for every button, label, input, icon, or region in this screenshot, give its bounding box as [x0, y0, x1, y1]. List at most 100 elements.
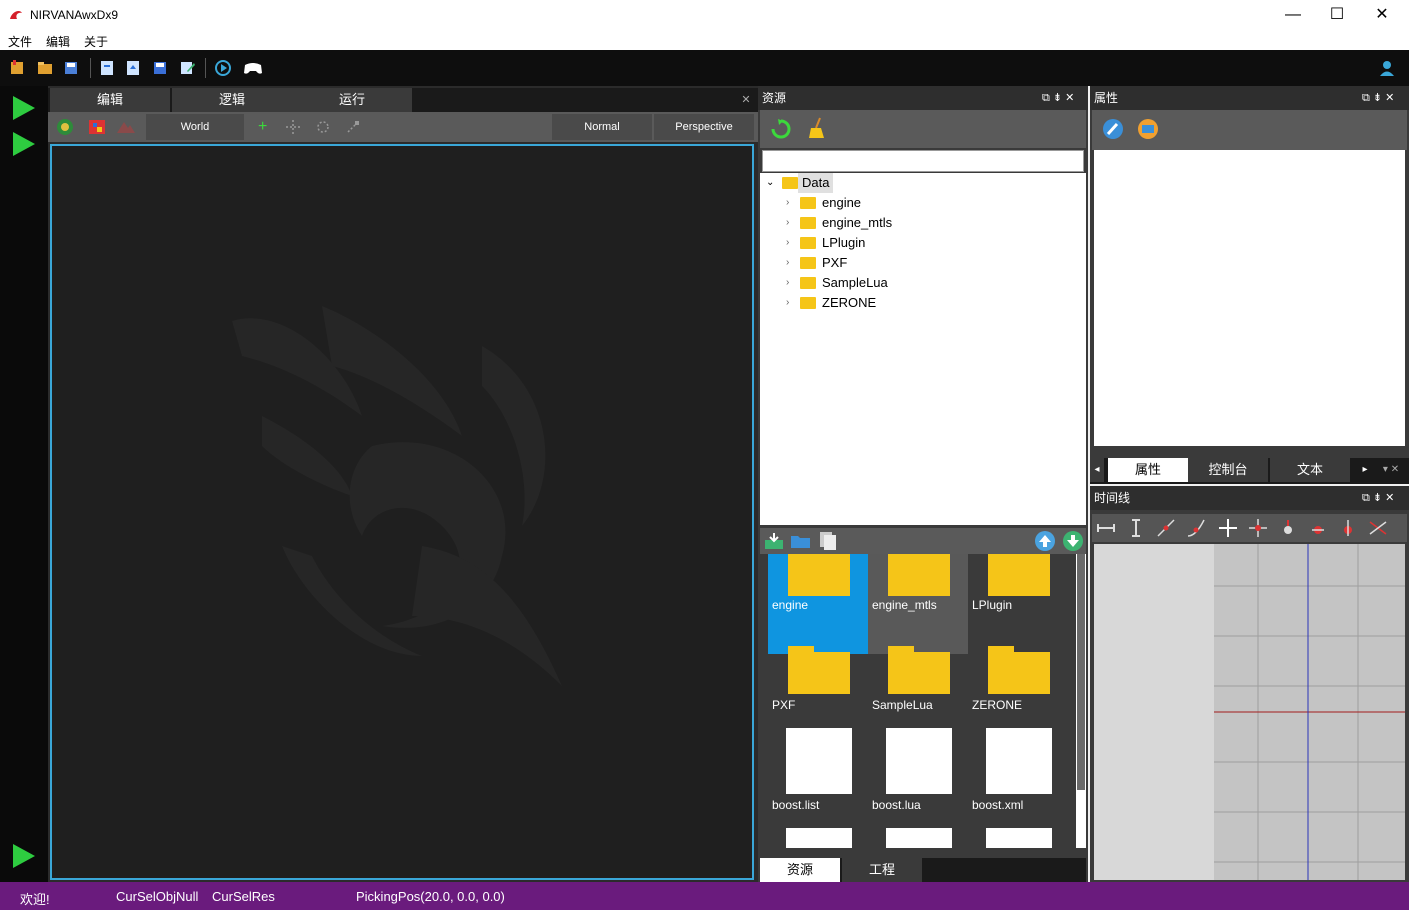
resource-tile[interactable]: PXF — [768, 638, 868, 738]
tree-node[interactable]: › PXF — [782, 253, 982, 273]
run-icon[interactable] — [214, 59, 232, 77]
chevron-right-icon[interactable]: › — [786, 273, 789, 293]
tree-node[interactable]: › engine — [782, 193, 982, 213]
close-window-button[interactable]: ✕ — [1359, 0, 1405, 30]
world-space-button[interactable]: World — [146, 114, 244, 140]
move-icon[interactable] — [286, 120, 300, 134]
open-project-icon[interactable] — [36, 59, 54, 77]
toolbar-separator — [90, 58, 91, 78]
resource-tile[interactable]: boost.xml — [968, 728, 1068, 828]
chevron-right-icon[interactable]: › — [786, 253, 789, 273]
copy-icon[interactable] — [818, 530, 838, 552]
scale-icon[interactable] — [346, 120, 360, 134]
open-scene-icon[interactable] — [124, 59, 142, 77]
save-scene-icon[interactable] — [151, 59, 169, 77]
tab-properties[interactable]: 属性 — [1108, 458, 1188, 482]
gamepad-icon[interactable] — [242, 59, 264, 77]
app-logo-icon — [10, 11, 22, 19]
globe-icon[interactable] — [56, 118, 74, 136]
menu-about[interactable]: 关于 — [84, 33, 108, 50]
play-icon[interactable] — [13, 96, 35, 120]
tree-node-data[interactable]: ⌄ Data — [764, 173, 844, 193]
scrollbar-thumb[interactable] — [1077, 554, 1085, 790]
scroll-right-icon[interactable]: ▸ — [1358, 458, 1372, 482]
fit-vertical-icon[interactable] — [1126, 518, 1146, 538]
tab-edit[interactable]: 编辑 — [50, 88, 170, 112]
rotate-icon[interactable] — [316, 120, 330, 134]
key-in-icon[interactable] — [1278, 518, 1298, 538]
tree-node[interactable]: › LPlugin — [782, 233, 982, 253]
resource-tile[interactable]: boost.list — [768, 728, 868, 828]
close-tab-icon[interactable]: ✕ — [736, 88, 756, 112]
dock-controls[interactable]: ⧉ ⇟ ✕ — [1362, 486, 1394, 510]
key-out-icon[interactable] — [1308, 518, 1328, 538]
menu-edit[interactable]: 编辑 — [46, 33, 70, 50]
chevron-right-icon[interactable]: › — [786, 293, 789, 313]
save-project-icon[interactable] — [62, 59, 80, 77]
chevron-right-icon[interactable]: › — [786, 193, 789, 213]
resource-tile[interactable]: boost.lua — [868, 728, 968, 828]
tab-close-controls[interactable]: ▾ ✕ — [1376, 458, 1406, 482]
scale-key-icon[interactable] — [1248, 518, 1268, 538]
tab-run[interactable]: 运行 — [292, 88, 412, 112]
tab-text[interactable]: 文本 — [1270, 458, 1350, 482]
tree-node-label: SampleLua — [822, 275, 888, 290]
browser-toolbar — [760, 528, 1086, 554]
tab-console[interactable]: 控制台 — [1188, 458, 1268, 482]
scene-viewport[interactable] — [50, 144, 754, 880]
broom-icon[interactable] — [806, 116, 828, 140]
play-icon[interactable] — [13, 132, 35, 156]
tree-node[interactable]: › ZERONE — [782, 293, 982, 313]
key-flat-icon[interactable] — [1368, 518, 1388, 538]
pen-icon[interactable] — [1102, 118, 1124, 140]
scroll-left-icon[interactable]: ◂ — [1090, 458, 1104, 482]
chevron-right-icon[interactable]: › — [786, 233, 789, 253]
menu-file[interactable]: 文件 — [8, 33, 32, 50]
tab-project[interactable]: 工程 — [842, 858, 922, 882]
resource-tile[interactable]: ZERONE — [968, 638, 1068, 738]
chevron-down-icon[interactable]: ⌄ — [766, 173, 774, 193]
arrow-up-icon[interactable] — [1034, 530, 1056, 552]
terrain-icon[interactable] — [116, 118, 136, 136]
refresh-icon[interactable] — [770, 118, 792, 140]
tab-resources[interactable]: 资源 — [760, 858, 840, 882]
new-scene-icon[interactable] — [98, 59, 116, 77]
chevron-right-icon[interactable]: › — [786, 213, 789, 233]
resource-tile[interactable]: SampleLua — [868, 638, 968, 738]
resource-browser: engine engine_mtls LPlugin PXF SampleLua… — [760, 554, 1076, 848]
resources-bottom-tabs: 资源 工程 — [760, 858, 1086, 882]
projection-mode-button[interactable]: Perspective — [654, 114, 754, 140]
file-icon — [786, 828, 852, 848]
user-icon[interactable] — [1378, 59, 1396, 77]
browser-scrollbar[interactable] — [1076, 554, 1086, 848]
shading-mode-button[interactable]: Normal — [552, 114, 652, 140]
resource-search-input[interactable] — [762, 150, 1084, 172]
tab-logic[interactable]: 逻辑 — [172, 88, 292, 112]
play-icon[interactable] — [13, 844, 35, 868]
file-icon — [986, 728, 1052, 794]
curve-smooth-icon[interactable] — [1186, 518, 1206, 538]
tree-node[interactable]: › engine_mtls — [782, 213, 982, 233]
tree-node[interactable]: › SampleLua — [782, 273, 982, 293]
maximize-button[interactable]: ☐ — [1314, 0, 1360, 30]
arrow-down-icon[interactable] — [1062, 530, 1084, 552]
new-project-icon[interactable] — [8, 59, 26, 77]
grid-color-icon[interactable] — [88, 118, 106, 136]
move-key-icon[interactable] — [1218, 518, 1238, 538]
fit-horizontal-icon[interactable] — [1096, 518, 1116, 538]
timeline-toolbar — [1092, 514, 1407, 542]
open-folder-icon[interactable] — [790, 532, 812, 550]
key-step-icon[interactable] — [1338, 518, 1358, 538]
add-icon[interactable]: + — [258, 118, 267, 136]
dock-controls[interactable]: ⧉ ⇟ ✕ — [1042, 86, 1074, 110]
timeline-curve-view[interactable] — [1214, 544, 1405, 880]
folder-icon — [788, 646, 850, 694]
minimize-button[interactable]: — — [1270, 0, 1316, 30]
camera-icon[interactable] — [1136, 118, 1160, 140]
tree-node-label: engine — [822, 195, 862, 210]
properties-panel-header: 属性 ⧉ ⇟ ✕ — [1090, 86, 1409, 110]
edit-scene-icon[interactable] — [178, 59, 196, 77]
dock-controls[interactable]: ⧉ ⇟ ✕ — [1362, 86, 1394, 110]
import-icon[interactable] — [764, 532, 784, 550]
curve-linear-icon[interactable] — [1156, 518, 1176, 538]
